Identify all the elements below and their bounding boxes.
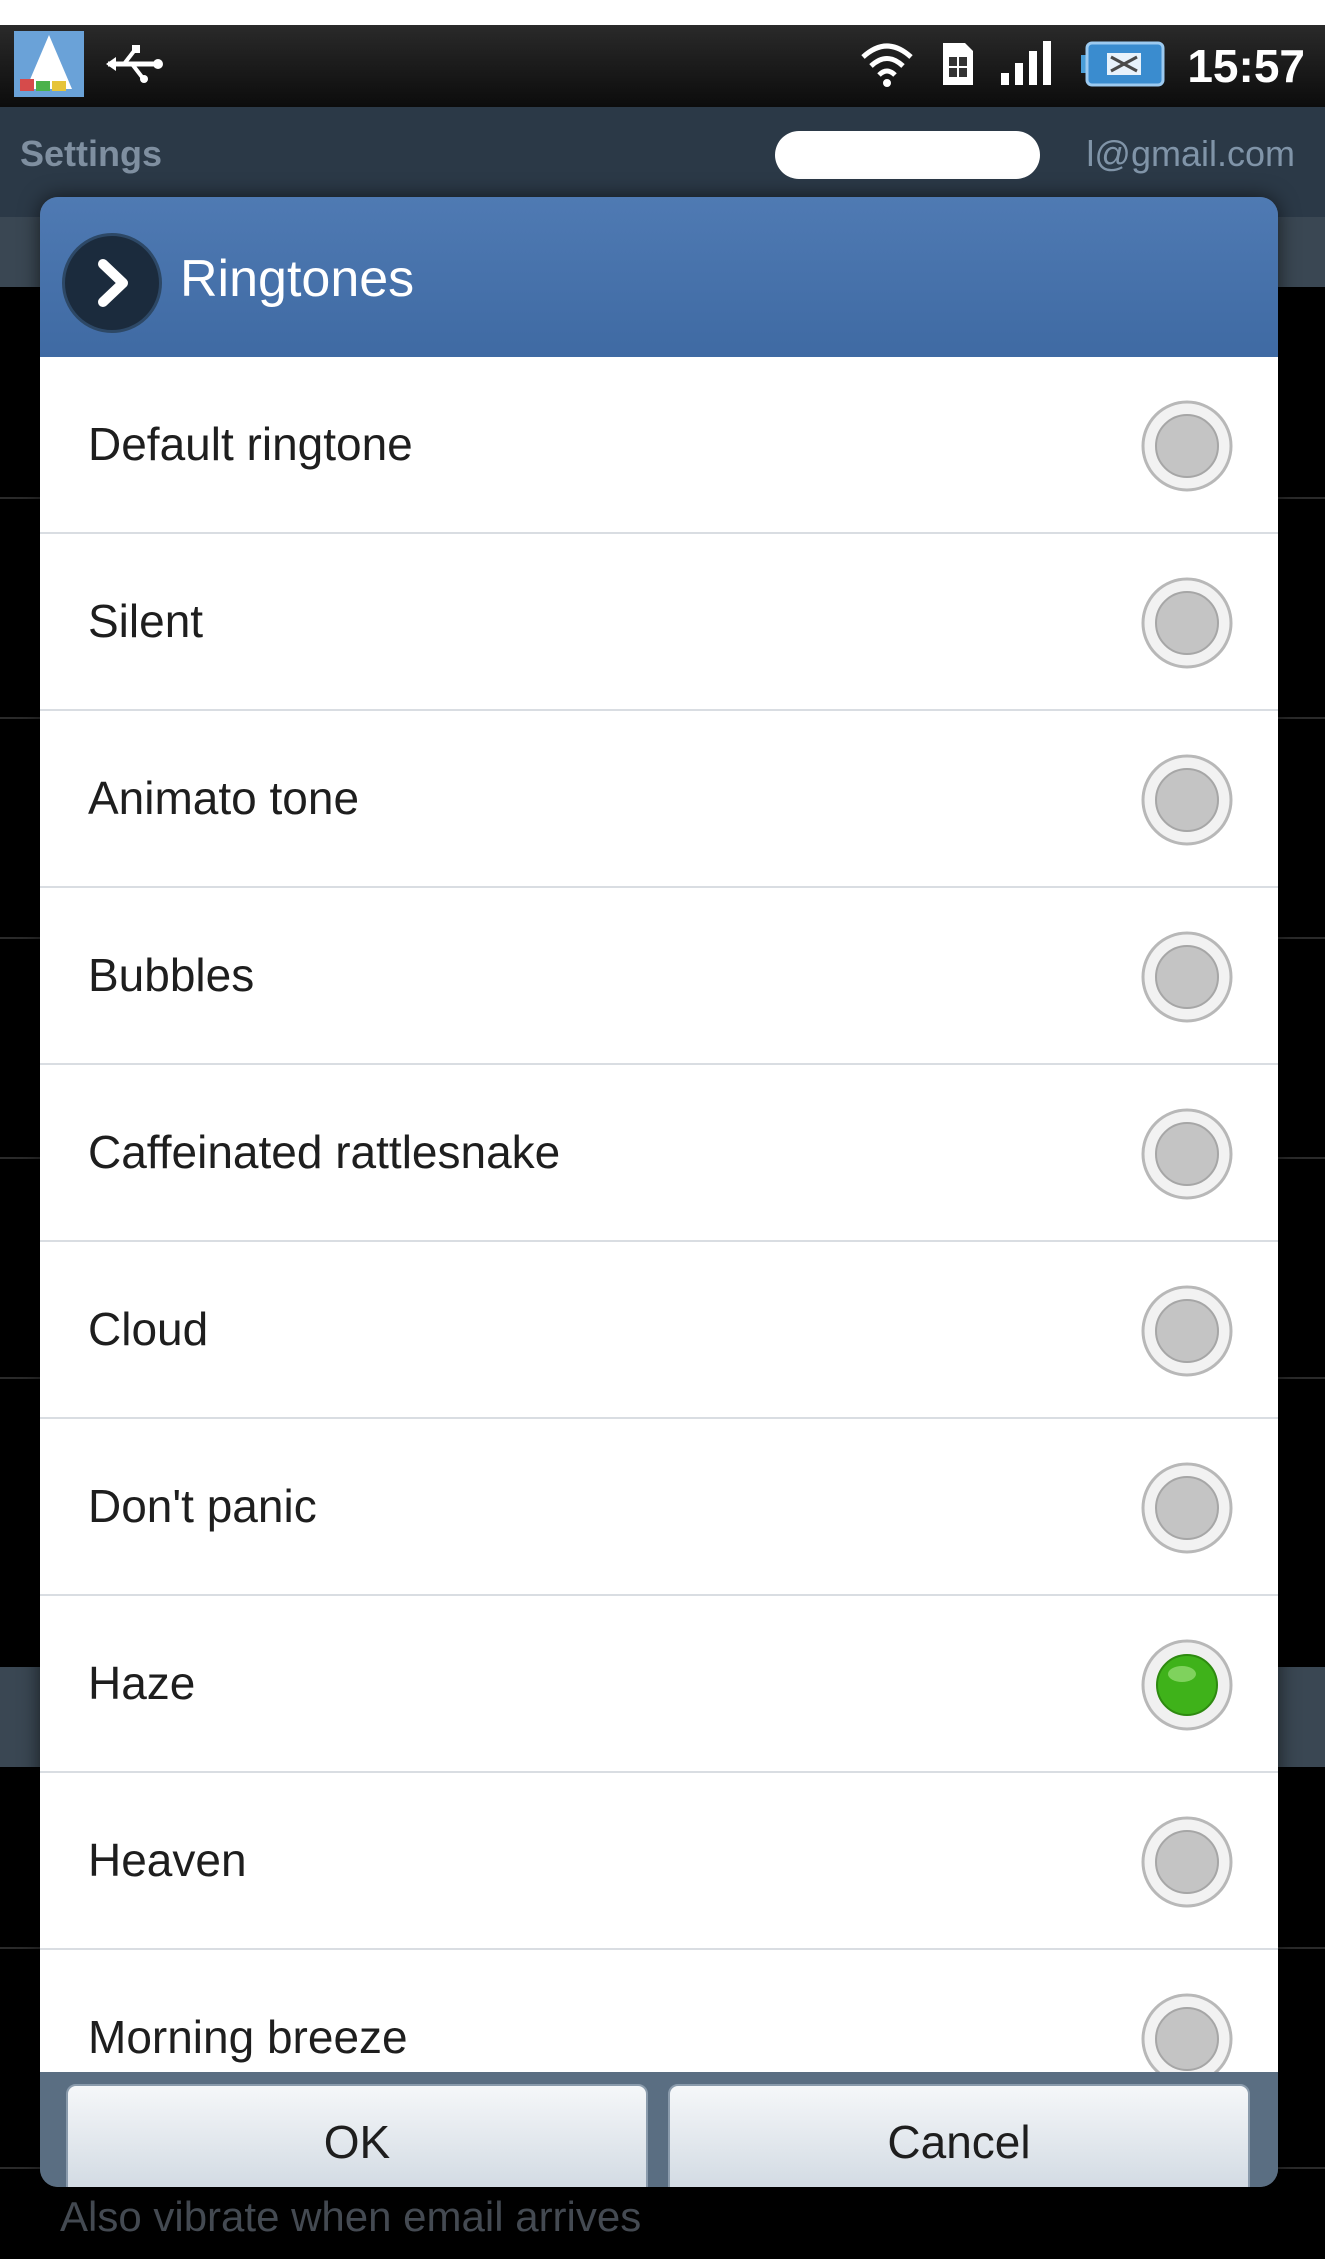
ringtone-option[interactable]: Morning breeze bbox=[40, 1950, 1278, 2072]
ringtone-option-label: Don't panic bbox=[88, 1480, 317, 1532]
dialog-header: Ringtones bbox=[40, 197, 1278, 357]
sim-icon bbox=[937, 39, 977, 94]
ringtone-list[interactable]: Default ringtone Silent Animato tone Bubble… bbox=[40, 357, 1278, 2072]
ringtone-option-label: Heaven bbox=[88, 1834, 247, 1886]
battery-icon bbox=[1081, 39, 1165, 94]
ringtone-option-label: Haze bbox=[88, 1657, 196, 1709]
ringtone-option[interactable]: Haze bbox=[40, 1596, 1278, 1773]
ringtone-option[interactable]: Silent bbox=[40, 534, 1278, 711]
background-footer-text: Also vibrate when email arrives bbox=[60, 2193, 642, 2240]
radio-unselected-icon[interactable] bbox=[1140, 399, 1234, 493]
phone-screen: 15:57 Settings l@gmail.com Also vibrate … bbox=[0, 25, 1325, 2259]
radio-unselected-icon[interactable] bbox=[1140, 1284, 1234, 1378]
usb-icon bbox=[104, 39, 164, 94]
radio-unselected-icon[interactable] bbox=[1140, 1107, 1234, 1201]
ringtone-option-label: Default ringtone bbox=[88, 418, 413, 470]
cancel-button[interactable]: Cancel bbox=[668, 2084, 1250, 2187]
signal-icon bbox=[999, 39, 1059, 94]
ringtone-option-label: Caffeinated rattlesnake bbox=[88, 1126, 561, 1178]
ringtone-option-label: Animato tone bbox=[88, 772, 360, 824]
app-launcher-icon bbox=[14, 30, 84, 102]
radio-unselected-icon[interactable] bbox=[1140, 1992, 1234, 2072]
wifi-icon bbox=[859, 39, 915, 94]
dialog-button-bar: OK Cancel bbox=[40, 2072, 1278, 2187]
radio-unselected-icon[interactable] bbox=[1140, 1461, 1234, 1555]
radio-selected-icon[interactable] bbox=[1140, 1638, 1234, 1732]
radio-unselected-icon[interactable] bbox=[1140, 930, 1234, 1024]
ringtone-option[interactable]: Caffeinated rattlesnake bbox=[40, 1065, 1278, 1242]
dialog-title: Ringtones bbox=[180, 250, 415, 308]
ringtone-option-label: Bubbles bbox=[88, 949, 255, 1001]
ringtone-option[interactable]: Default ringtone bbox=[40, 357, 1278, 534]
status-bar: 15:57 bbox=[0, 25, 1325, 107]
ringtone-option[interactable]: Animato tone bbox=[40, 711, 1278, 888]
ringtone-option-label: Silent bbox=[88, 595, 204, 647]
redaction-mask bbox=[775, 131, 1040, 179]
ringtone-option-label: Cloud bbox=[88, 1303, 209, 1355]
ringtone-option[interactable]: Don't panic bbox=[40, 1419, 1278, 1596]
radio-unselected-icon[interactable] bbox=[1140, 1815, 1234, 1909]
status-time: 15:57 bbox=[1187, 40, 1305, 92]
ok-button[interactable]: OK bbox=[66, 2084, 648, 2187]
screen: 15:57 Settings l@gmail.com Also vibrate … bbox=[0, 0, 1325, 2259]
radio-unselected-icon[interactable] bbox=[1140, 576, 1234, 670]
background-account-email: l@gmail.com bbox=[1086, 133, 1295, 174]
ringtone-option-label: Morning breeze bbox=[88, 2011, 408, 2063]
ringtone-option[interactable]: Bubbles bbox=[40, 888, 1278, 1065]
ringtone-option[interactable]: Heaven bbox=[40, 1773, 1278, 1950]
chevron-right-icon bbox=[62, 233, 162, 333]
ringtone-option[interactable]: Cloud bbox=[40, 1242, 1278, 1419]
ringtones-dialog: Ringtones Default ringtone Silent Animato … bbox=[40, 197, 1278, 2187]
radio-unselected-icon[interactable] bbox=[1140, 753, 1234, 847]
background-title: Settings bbox=[20, 133, 163, 174]
